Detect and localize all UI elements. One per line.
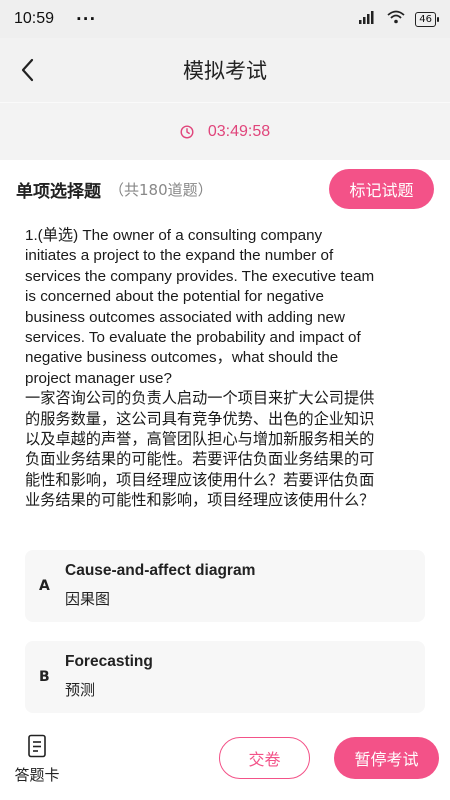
signal-icon: [359, 10, 377, 28]
option-a[interactable]: A Cause-and-affect diagram 因果图: [25, 550, 425, 622]
question-line: 以及卓越的声誉，高管团队担心与增加新服务相关的: [25, 431, 375, 449]
question-line: 的服务数量，这公司具有竞争优势、出色的企业知识: [25, 410, 375, 428]
clock-icon: [180, 124, 194, 139]
option-text-en: Forecasting: [65, 653, 153, 670]
answer-card-button[interactable]: 答题卡: [10, 734, 64, 785]
document-icon: [28, 734, 46, 758]
status-bar: 10:59 ··· 46: [0, 0, 450, 38]
page-title: 模拟考试: [183, 59, 267, 83]
question-line: business outcomes associated with adding…: [25, 308, 345, 326]
option-b[interactable]: B Forecasting 预测: [25, 641, 425, 713]
back-button[interactable]: [14, 56, 42, 84]
pause-exam-button[interactable]: 暂停考试: [334, 737, 439, 779]
timer-bar: 03:49:58: [0, 102, 450, 160]
timer-value: 03:49:58: [207, 122, 271, 140]
option-text-en: Cause-and-affect diagram: [65, 562, 256, 579]
bottom-bar: 答题卡 交卷 暂停考试: [0, 722, 450, 800]
question-line: 业务结果的可能性和影响，项目经理应该使用什么？: [25, 492, 375, 510]
question-line: services. To evaluate the probability an…: [25, 329, 361, 347]
question-line: 1.(单选) The owner of a consulting company: [25, 227, 323, 244]
question-line: project manager use?: [25, 369, 172, 387]
answer-card-label: 答题卡: [14, 766, 60, 784]
question-line: 负面业务结果的可能性。若要评估负面业务结果的可: [25, 451, 375, 469]
question-line: initiates a project to the expand the nu…: [25, 247, 334, 265]
option-text-zh: 因果图: [65, 590, 111, 608]
question-line: is concerned about the potential for neg…: [25, 288, 324, 306]
chevron-left-icon: [21, 58, 34, 82]
question-text: 1.(单选) The owner of a consulting company…: [0, 218, 450, 512]
status-time: 10:59: [14, 10, 55, 27]
section-header: 单项选择题 （共180道题） 标记试题: [0, 160, 450, 218]
question-count: （共180道题）: [109, 180, 213, 199]
notification-dots-icon: ···: [76, 10, 97, 28]
question-line: 能性和影响，项目经理应该使用什么？若要评估负面: [25, 471, 375, 489]
option-text-zh: 预测: [65, 681, 96, 699]
battery-icon: 46: [415, 11, 439, 27]
question-line: services the company provides. The execu…: [25, 267, 375, 285]
submit-exam-button[interactable]: 交卷: [219, 737, 310, 779]
question-line: 一家咨询公司的负责人启动一个项目来扩大公司提供: [25, 390, 375, 408]
section-title: 单项选择题: [16, 181, 101, 202]
mark-question-button[interactable]: 标记试题: [329, 169, 434, 209]
option-letter: A: [39, 578, 50, 594]
status-icons: 46: [359, 10, 439, 28]
wifi-icon: [387, 10, 405, 28]
option-letter: B: [39, 669, 50, 685]
question-line: negative business outcomes，what should t…: [25, 349, 339, 367]
header: 模拟考试: [0, 38, 450, 102]
